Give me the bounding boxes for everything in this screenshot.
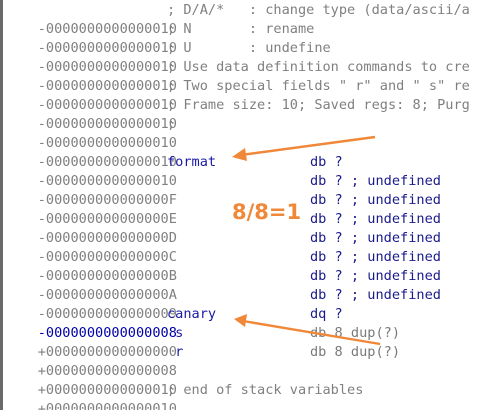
annotation-arrows xyxy=(232,135,381,346)
arrow-to-format xyxy=(232,135,376,161)
arrow-to-canary xyxy=(234,314,381,346)
ida-stack-frame-view: -0000000000000010 ; D/A/* : change type … xyxy=(0,0,490,410)
